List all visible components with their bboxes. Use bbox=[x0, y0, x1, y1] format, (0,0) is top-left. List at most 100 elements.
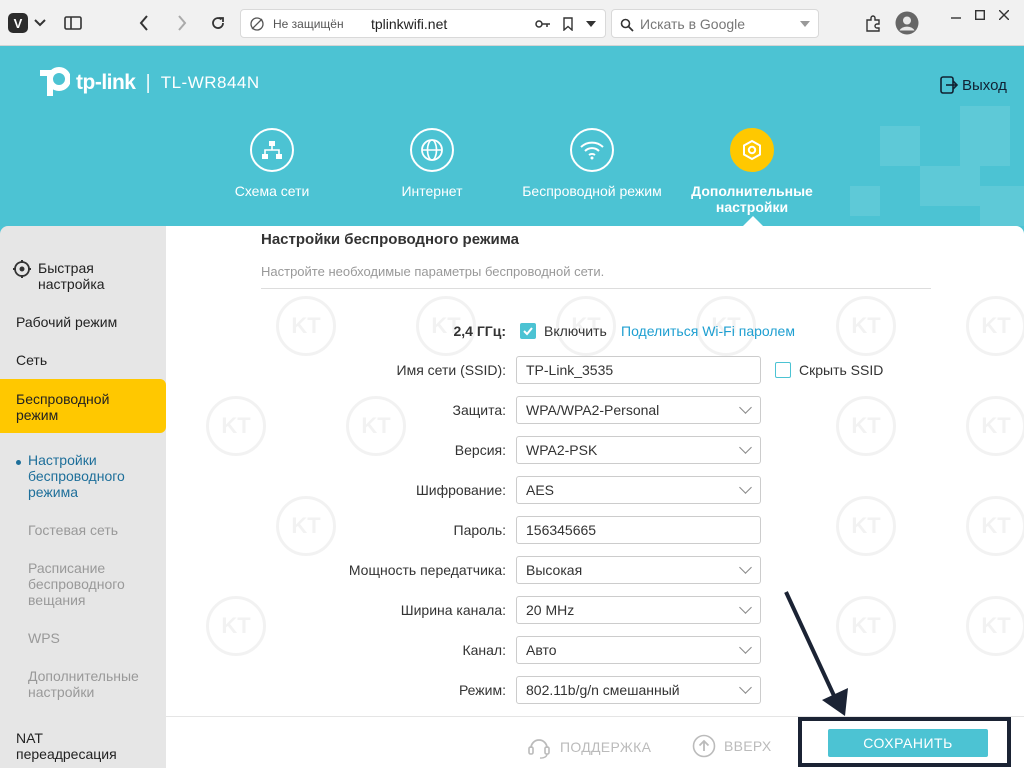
search-placeholder: Искать в Google bbox=[640, 16, 746, 32]
brand-separator: | bbox=[145, 71, 151, 94]
sidebar-item-operation-mode[interactable]: Рабочий режим bbox=[16, 314, 117, 330]
logout-button[interactable]: Выход bbox=[940, 76, 1007, 94]
chevron-down-icon bbox=[739, 561, 752, 574]
header-decoration bbox=[880, 126, 920, 166]
forward-icon[interactable] bbox=[170, 8, 194, 38]
annotation-highlight-box bbox=[798, 717, 1011, 767]
select-value: Высокая bbox=[526, 562, 583, 578]
field-label: Версия: bbox=[454, 442, 506, 458]
sidebar-item-wireless[interactable]: Беспроводной режим bbox=[0, 379, 166, 433]
url-text[interactable]: tplinkwifi.net bbox=[371, 16, 447, 32]
channel-width-select[interactable]: 20 MHz bbox=[516, 596, 761, 624]
arrow-up-icon bbox=[692, 734, 716, 758]
vivaldi-menu-icon[interactable]: V bbox=[8, 13, 28, 33]
chevron-down-icon bbox=[739, 401, 752, 414]
sidebar-item-quick-setup[interactable]: Быстрая настройка bbox=[38, 260, 148, 292]
model-name: TL-WR844N bbox=[160, 73, 260, 92]
field-label: Канал: bbox=[462, 642, 506, 658]
maximize-icon[interactable] bbox=[970, 0, 990, 30]
share-wifi-link[interactable]: Поделиться Wi-Fi паролем bbox=[621, 323, 795, 339]
extensions-icon[interactable] bbox=[860, 8, 886, 38]
password-input[interactable]: 156345665 bbox=[516, 516, 761, 544]
quick-setup-icon bbox=[13, 260, 31, 278]
profile-avatar-icon[interactable] bbox=[894, 8, 920, 38]
watermark: KT bbox=[836, 496, 896, 556]
search-icon bbox=[620, 18, 634, 32]
security-label: Не защищён bbox=[273, 17, 344, 31]
back-icon[interactable] bbox=[132, 8, 156, 38]
nav-internet[interactable]: Интернет bbox=[352, 128, 512, 199]
reload-icon[interactable] bbox=[205, 8, 231, 38]
watermark: KT bbox=[836, 296, 896, 356]
select-value: 20 MHz bbox=[526, 602, 575, 618]
chevron-down-icon bbox=[739, 641, 752, 654]
field-label: Имя сети (SSID): bbox=[396, 362, 507, 378]
close-window-icon[interactable] bbox=[994, 0, 1014, 30]
field-label: Режим: bbox=[458, 682, 506, 698]
sidebar-item-label: Беспроводной режим bbox=[16, 391, 110, 423]
chevron-down-icon bbox=[739, 481, 752, 494]
enable-checkbox[interactable] bbox=[520, 323, 536, 339]
tx-power-select[interactable]: Высокая bbox=[516, 556, 761, 584]
support-button[interactable]: ПОДДЕРЖКА bbox=[526, 734, 651, 760]
tplink-logo: tp-link | TL-WR844N bbox=[36, 66, 260, 100]
url-dropdown-icon[interactable] bbox=[586, 21, 596, 27]
search-bar[interactable]: Искать в Google bbox=[611, 9, 819, 38]
watermark: KT bbox=[966, 596, 1024, 656]
watermark: KT bbox=[206, 396, 266, 456]
logout-label: Выход bbox=[962, 76, 1007, 94]
watermark: KT bbox=[966, 396, 1024, 456]
key-icon[interactable] bbox=[535, 19, 551, 29]
headset-icon bbox=[528, 739, 550, 759]
band-label: 2,4 ГГц: bbox=[453, 323, 507, 339]
chevron-down-icon bbox=[739, 441, 752, 454]
security-select[interactable]: WPA/WPA2-Personal bbox=[516, 396, 761, 424]
bookmark-icon[interactable] bbox=[563, 17, 573, 31]
watermark: KT bbox=[836, 396, 896, 456]
top-label: ВВЕРХ bbox=[724, 738, 772, 754]
panel-toggle-icon[interactable] bbox=[60, 8, 86, 38]
nav-network-map[interactable]: Схема сети bbox=[192, 128, 352, 199]
brand-name: tp-link bbox=[76, 71, 136, 94]
mode-select[interactable]: 802.11b/g/n смешанный bbox=[516, 676, 761, 704]
watermark: KT bbox=[206, 596, 266, 656]
select-value: WPA/WPA2-Personal bbox=[526, 402, 660, 418]
title-divider bbox=[261, 288, 931, 289]
minimize-icon[interactable] bbox=[946, 0, 966, 30]
select-value: WPA2-PSK bbox=[526, 442, 598, 458]
search-engine-dropdown-icon[interactable] bbox=[800, 21, 810, 27]
chevron-down-icon[interactable] bbox=[30, 8, 50, 38]
ssid-input[interactable]: TP-Link_3535 bbox=[516, 356, 761, 384]
nav-label: Интернет bbox=[401, 183, 463, 199]
sidebar-item-network[interactable]: Сеть bbox=[16, 352, 47, 368]
address-bar[interactable]: Не защищён tplinkwifi.net bbox=[240, 9, 606, 38]
select-value: AES bbox=[526, 482, 555, 498]
header-decoration bbox=[920, 166, 980, 206]
select-value: Авто bbox=[526, 642, 557, 658]
hide-ssid-checkbox[interactable] bbox=[775, 362, 791, 378]
encryption-select[interactable]: AES bbox=[516, 476, 761, 504]
nav-wireless[interactable]: Беспроводной режим bbox=[512, 128, 672, 199]
back-to-top-button[interactable]: ВВЕРХ bbox=[692, 734, 772, 758]
sidebar-item-nat-forwarding[interactable]: NAT переадресация bbox=[16, 730, 126, 762]
header-decoration bbox=[980, 186, 1024, 226]
channel-select[interactable]: Авто bbox=[516, 636, 761, 664]
sidebar-sub-wps[interactable]: WPS bbox=[28, 630, 148, 646]
nav-label: Беспроводной режим bbox=[522, 183, 662, 199]
nav-advanced[interactable]: Дополнительные настройки bbox=[672, 128, 832, 215]
nav-label: Схема сети bbox=[234, 183, 310, 199]
sidebar-sub-guest-network[interactable]: Гостевая сеть bbox=[28, 522, 148, 538]
sidebar-sub-wireless-schedule[interactable]: Расписание беспроводного вещания bbox=[28, 560, 148, 608]
version-select[interactable]: WPA2-PSK bbox=[516, 436, 761, 464]
sidebar-sub-advanced[interactable]: Дополнительные настройки bbox=[28, 668, 148, 700]
insecure-icon[interactable] bbox=[250, 17, 264, 31]
field-label: Шифрование: bbox=[415, 482, 506, 498]
globe-icon bbox=[410, 128, 454, 172]
watermark: KT bbox=[966, 296, 1024, 356]
watermark: KT bbox=[346, 396, 406, 456]
hide-ssid-label: Скрыть SSID bbox=[799, 362, 884, 378]
checkmark-icon bbox=[523, 327, 533, 336]
header-decoration bbox=[960, 106, 1010, 166]
header-decoration bbox=[850, 186, 880, 216]
sidebar-sub-wireless-settings[interactable]: Настройки беспроводного режима bbox=[28, 452, 148, 500]
